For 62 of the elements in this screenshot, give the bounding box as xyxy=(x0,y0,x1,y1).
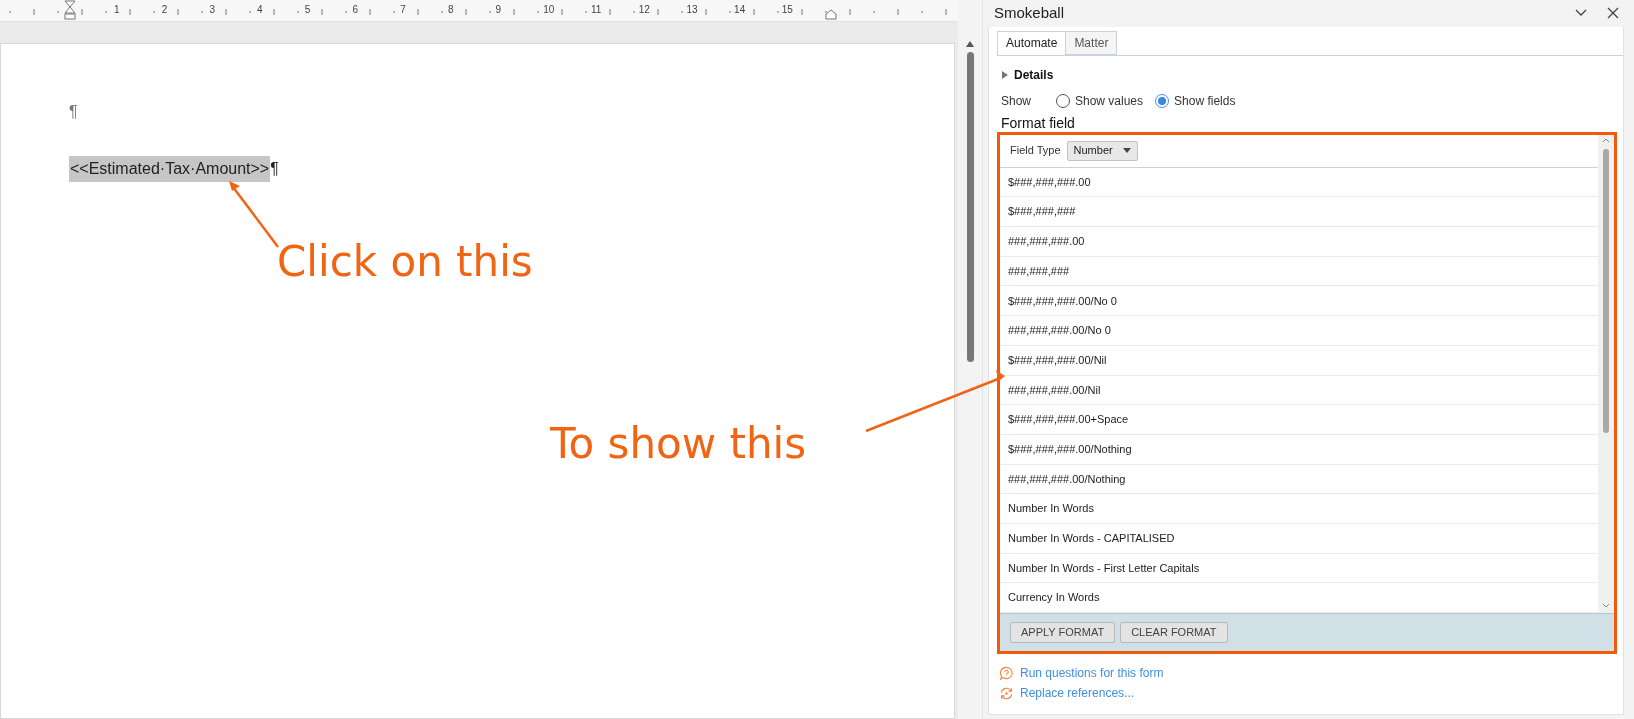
question-icon xyxy=(999,665,1014,681)
merge-field[interactable]: <<Estimated·Tax·Amount>> xyxy=(69,156,271,182)
paragraph-mark: ¶ xyxy=(69,102,78,122)
radio-button[interactable] xyxy=(1056,93,1070,108)
ruler-number: 3 xyxy=(209,4,215,16)
format-option[interactable]: Number In Words - CAPITALISED xyxy=(1000,523,1598,554)
radio-option[interactable]: Show fields xyxy=(1155,91,1236,110)
scrollbar-thumb[interactable] xyxy=(966,52,974,362)
format-option[interactable]: $###,###,### xyxy=(1000,197,1598,228)
right-indent-marker-icon[interactable] xyxy=(825,9,837,20)
ruler-number: 14 xyxy=(734,4,746,16)
tab[interactable]: Matter xyxy=(1066,30,1118,55)
format-button[interactable]: CLEAR FORMAT xyxy=(1120,622,1228,643)
format-option[interactable]: $###,###,###.00+Space xyxy=(1000,405,1598,435)
scrollbar-thumb[interactable] xyxy=(1603,148,1609,433)
annotation-text: Click on this xyxy=(277,236,533,288)
caret-right-icon[interactable] xyxy=(1001,70,1008,79)
format-option[interactable]: Number In Words xyxy=(1000,494,1598,524)
field-type-label: Field Type xyxy=(1010,143,1061,159)
format-option[interactable]: $###,###,###.00/Nothing xyxy=(1000,434,1598,465)
annotation-arrow xyxy=(229,181,279,248)
ruler-number: 15 xyxy=(781,4,793,16)
link[interactable]: Run questions for this form xyxy=(1020,664,1164,682)
ruler-number: 6 xyxy=(352,4,359,16)
annotation-text: To show this xyxy=(550,418,807,470)
ruler-number: 8 xyxy=(447,4,454,16)
format-option[interactable]: $###,###,###.00/No 0 xyxy=(1000,286,1598,317)
ruler-number: 13 xyxy=(686,4,698,16)
format-option[interactable]: ###,###,###.00/Nothing xyxy=(1000,464,1598,495)
radio-option[interactable]: Show values xyxy=(1056,91,1144,110)
paragraph-mark: ¶ xyxy=(270,159,279,179)
field-type-dropdown[interactable]: Number xyxy=(1066,140,1138,161)
format-option[interactable]: ###,###,###.00/Nil xyxy=(1000,375,1598,406)
tab[interactable]: Automate xyxy=(997,30,1067,55)
pane-title: Smokeball xyxy=(993,3,1066,24)
format-option[interactable]: $###,###,###.00/Nil xyxy=(1000,345,1598,376)
format-option[interactable]: $###,###,###.00 xyxy=(1000,167,1598,198)
format-button[interactable]: APPLY FORMAT xyxy=(1010,622,1116,643)
close-icon[interactable] xyxy=(1606,6,1620,21)
format-option[interactable]: Number In Words - First Letter Capitals xyxy=(1000,553,1598,584)
ruler-number: 11 xyxy=(591,4,602,16)
show-label: Show xyxy=(1001,92,1033,110)
caret-down-icon xyxy=(1122,148,1131,154)
ruler-number: 12 xyxy=(638,4,650,16)
format-option[interactable]: ###,###,###.00/No 0 xyxy=(1000,316,1598,346)
ruler-number: 10 xyxy=(543,4,555,16)
ruler-number: 4 xyxy=(257,4,263,16)
refresh-icon xyxy=(999,685,1014,701)
link[interactable]: Replace references... xyxy=(1020,684,1135,702)
details-label[interactable]: Details xyxy=(1014,65,1054,84)
scroll-up-icon[interactable] xyxy=(965,40,975,48)
ruler-number: 2 xyxy=(161,4,168,16)
scroll-up-icon[interactable] xyxy=(1602,136,1610,143)
section-title: Format field xyxy=(1001,113,1076,132)
format-option[interactable]: ###,###,###.00 xyxy=(1000,227,1598,257)
ruler-number: 7 xyxy=(400,4,406,16)
ruler-number: 5 xyxy=(304,4,311,16)
ruler-number: 9 xyxy=(495,4,502,16)
scroll-down-icon[interactable] xyxy=(1602,603,1610,609)
ruler-number: 1 xyxy=(114,4,120,16)
format-option[interactable]: ###,###,### xyxy=(1000,256,1598,287)
indent-marker-icon[interactable] xyxy=(64,0,76,20)
